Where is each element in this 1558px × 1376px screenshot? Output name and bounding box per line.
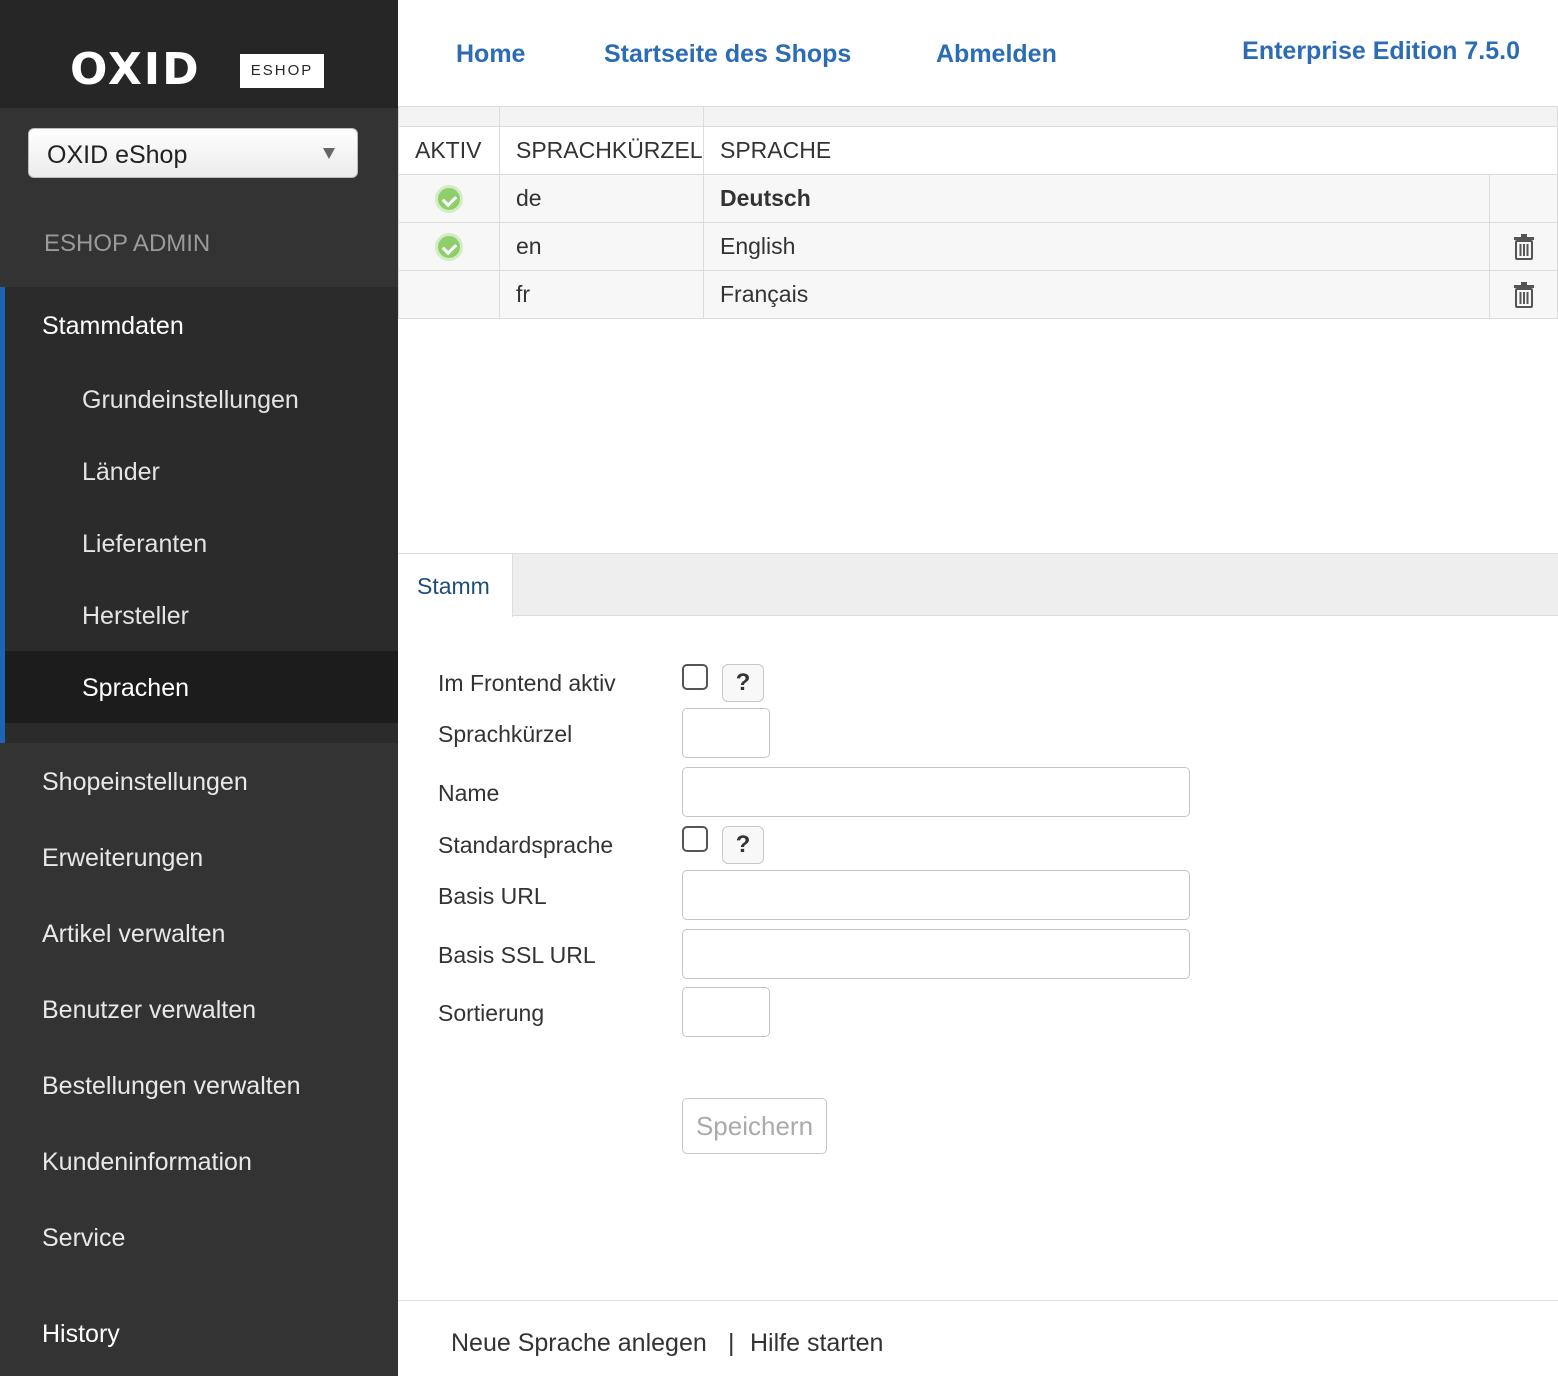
language-list: AKTIV SPRACHKÜRZEL SPRACHE de Deutsch en…	[398, 106, 1558, 319]
sidebar-item-service[interactable]: Service	[42, 1224, 125, 1253]
filter-cell-name[interactable]	[703, 106, 1558, 127]
nav-home-link[interactable]: Home	[456, 40, 525, 69]
trash-icon[interactable]	[1513, 282, 1535, 309]
delete-cell	[1489, 222, 1558, 271]
nav-logout-link[interactable]: Abmelden	[936, 40, 1057, 69]
sidebar-item-kundeninformation[interactable]: Kundeninformation	[42, 1148, 252, 1177]
frontend-active-help-button[interactable]: ?	[722, 664, 764, 702]
language-table: AKTIV SPRACHKÜRZEL SPRACHE de Deutsch en…	[398, 106, 1558, 319]
sidebar: OXID ESHOP OXID eShop ESHOP ADMIN Stammd…	[0, 0, 398, 1376]
language-name-cell[interactable]: English	[703, 222, 1490, 271]
oxid-logo[interactable]: OXID	[70, 48, 201, 92]
eshop-logo-badge: ESHOP	[240, 54, 324, 88]
filter-row	[398, 106, 1558, 127]
language-code-cell[interactable]: en	[499, 222, 704, 271]
base-ssl-url-label: Basis SSL URL	[438, 942, 596, 968]
status-cell	[398, 222, 500, 271]
nav-shop-start-link[interactable]: Startseite des Shops	[604, 40, 851, 69]
sidebar-item-lieferanten[interactable]: Lieferanten	[82, 530, 207, 559]
sidebar-item-shopeinstellungen[interactable]: Shopeinstellungen	[42, 768, 248, 797]
check-active-icon	[435, 232, 463, 261]
name-label: Name	[438, 780, 500, 806]
footer-bar: Neue Sprache anlegen | Hilfe starten	[398, 1300, 1558, 1376]
table-header-row: AKTIV SPRACHKÜRZEL SPRACHE	[398, 126, 1558, 175]
sort-input[interactable]	[682, 987, 770, 1037]
sidebar-group-header-stammdaten[interactable]: Stammdaten	[42, 312, 184, 341]
frontend-active-checkbox[interactable]	[682, 664, 708, 690]
code-input[interactable]	[682, 708, 770, 758]
table-row[interactable]: de Deutsch	[398, 174, 1558, 223]
sort-label: Sortierung	[438, 1000, 545, 1026]
trash-icon[interactable]	[1513, 234, 1535, 261]
sidebar-active-highlight	[5, 651, 398, 723]
column-header-aktiv[interactable]: AKTIV	[398, 126, 500, 175]
tab-bar: Stamm	[398, 553, 1558, 617]
status-cell	[398, 270, 500, 319]
name-input[interactable]	[682, 767, 1190, 817]
help-start-link[interactable]: Hilfe starten	[750, 1329, 883, 1358]
default-language-help-button[interactable]: ?	[722, 826, 764, 864]
table-row[interactable]: fr Français	[398, 270, 1558, 319]
shop-select[interactable]: OXID eShop	[28, 128, 358, 178]
default-language-checkbox[interactable]	[682, 826, 708, 852]
filter-cell-code[interactable]	[499, 106, 704, 127]
sidebar-item-history[interactable]: History	[42, 1320, 120, 1349]
brand-header: OXID ESHOP	[0, 0, 398, 108]
tab-stamm[interactable]: Stamm	[398, 553, 513, 617]
sidebar-item-benutzer-verwalten[interactable]: Benutzer verwalten	[42, 996, 256, 1025]
save-button[interactable]: Speichern	[682, 1098, 827, 1154]
base-ssl-url-input[interactable]	[682, 929, 1190, 979]
language-name-cell[interactable]: Deutsch	[703, 174, 1490, 223]
delete-cell-empty	[1489, 174, 1558, 223]
language-code-cell[interactable]: fr	[499, 270, 704, 319]
edition-label: Enterprise Edition 7.5.0	[1242, 37, 1520, 65]
sidebar-item-artikel-verwalten[interactable]: Artikel verwalten	[42, 920, 225, 949]
sidebar-item-sprachen[interactable]: Sprachen	[82, 674, 189, 703]
default-language-label: Standardsprache	[438, 832, 614, 858]
column-header-sprache[interactable]: SPRACHE	[703, 126, 1558, 175]
language-name-cell[interactable]: Français	[703, 270, 1490, 319]
filter-cell-aktiv[interactable]	[398, 106, 500, 127]
base-url-input[interactable]	[682, 870, 1190, 920]
sidebar-item-bestellungen-verwalten[interactable]: Bestellungen verwalten	[42, 1072, 301, 1101]
column-header-sprachkuerzel[interactable]: SPRACHKÜRZEL	[499, 126, 704, 175]
status-cell	[398, 174, 500, 223]
footer-separator: |	[728, 1329, 735, 1357]
sidebar-item-hersteller[interactable]: Hersteller	[82, 602, 189, 631]
table-row[interactable]: en English	[398, 222, 1558, 271]
check-active-icon	[435, 184, 463, 213]
section-title: ESHOP ADMIN	[44, 230, 211, 257]
shop-select-value: OXID eShop	[47, 141, 188, 169]
chevron-down-icon	[323, 148, 335, 159]
sidebar-item-grundeinstellungen[interactable]: Grundeinstellungen	[82, 386, 299, 415]
new-language-link[interactable]: Neue Sprache anlegen	[451, 1329, 707, 1358]
language-code-cell[interactable]: de	[499, 174, 704, 223]
tab-stamm-label: Stamm	[417, 573, 490, 599]
sidebar-item-laender[interactable]: Länder	[82, 458, 160, 487]
base-url-label: Basis URL	[438, 883, 547, 909]
delete-cell	[1489, 270, 1558, 319]
sidebar-item-erweiterungen[interactable]: Erweiterungen	[42, 844, 203, 873]
code-label: Sprachkürzel	[438, 721, 573, 747]
frontend-active-label: Im Frontend aktiv	[438, 670, 616, 696]
